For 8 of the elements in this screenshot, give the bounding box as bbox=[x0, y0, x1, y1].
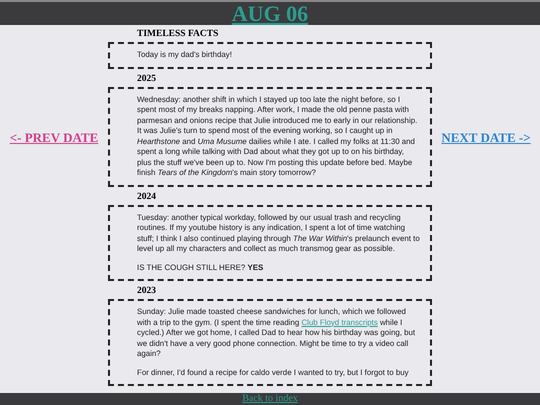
page-title[interactable]: AUG 06 bbox=[232, 2, 308, 24]
section-heading: 2023 bbox=[136, 285, 157, 297]
next-date-link[interactable]: NEXT DATE -> bbox=[441, 128, 531, 148]
prev-date-link[interactable]: <- PREV DATE bbox=[10, 128, 98, 148]
section-heading: 2025 bbox=[136, 72, 157, 84]
section-heading: TIMELESS FACTS bbox=[136, 28, 220, 40]
back-to-index-link[interactable]: Back to index bbox=[242, 394, 298, 404]
section-heading: 2024 bbox=[136, 190, 157, 202]
